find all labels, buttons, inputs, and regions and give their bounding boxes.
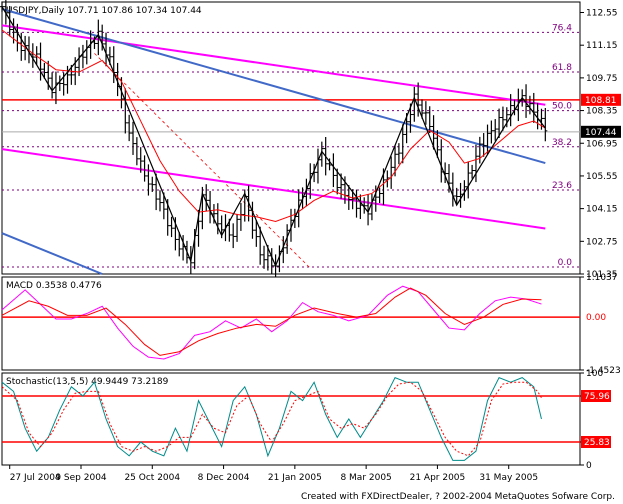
panel-title: Stochastic(13,5,5) 49.9449 73.2189: [6, 377, 169, 387]
y-tick-label: 104.15: [586, 205, 618, 215]
y-tick-label: 102.75: [586, 237, 618, 247]
fib-level-label: 50.0: [552, 102, 572, 112]
resistance-price-label: 108.81: [585, 96, 617, 106]
x-tick-label: 27 Jul 2004: [10, 473, 61, 483]
x-tick-label: 8 Mar 2005: [340, 473, 391, 483]
price-panel: 112.55 111.15 109.75 108.35 106.95 105.55 104.…: [0, 0, 621, 280]
y-tick-label: 108.35: [586, 107, 618, 117]
x-tick-label: 31 May 2005: [479, 473, 538, 483]
macd-panel: 1.1037-1.4523MACD 0.3538 0.47760.00: [1, 273, 621, 376]
y-tick-label: 106.95: [586, 139, 618, 149]
forex-chart: 112.55 111.15 109.75 108.35 106.95 105.55 104.…: [0, 0, 621, 502]
x-tick-label: 21 Jan 2005: [268, 473, 322, 483]
current-price-label: 107.44: [585, 128, 617, 138]
stochastic-level-label: 25.83: [584, 438, 610, 448]
fib-level-label: 23.6: [552, 181, 572, 191]
y-tick-label: 1.1037: [586, 273, 618, 283]
y-tick-label: 111.15: [586, 41, 618, 51]
y-tick-label: 112.55: [586, 9, 618, 19]
x-tick-label: 25 Oct 2004: [124, 473, 180, 483]
fib-level-label: 76.4: [552, 23, 572, 33]
y-tick-label: 0: [586, 461, 592, 471]
footer-credit: Created with FXDirectDealer, ? 2002-2004…: [301, 492, 615, 502]
stochastic-panel: 10075250Stochastic(13,5,5) 49.9449 73.21…: [1, 369, 611, 471]
y-tick-label: 105.55: [586, 172, 618, 182]
fib-level-label: 61.8: [552, 63, 572, 73]
y-tick-label: 100: [586, 369, 603, 379]
panel-title: MACD 0.3538 0.4776: [6, 281, 102, 291]
date-axis: 27 Jul 20049 Sep 2004 25 Oct 2004 8 Dec 20…: [9, 465, 538, 483]
x-tick-label: 8 Dec 2004: [198, 473, 250, 483]
x-tick-label: 9 Sep 2004: [55, 473, 107, 483]
macd-zero-label: 0.00: [586, 313, 606, 323]
x-tick-label: 21 Apr 2005: [410, 473, 466, 483]
y-tick-label: 109.75: [586, 74, 618, 84]
panel-title: USDJPY,Daily 107.71 107.86 107.34 107.44: [6, 6, 202, 16]
fib-level-label: 0.0: [558, 258, 573, 268]
stochastic-level-label: 75.96: [584, 392, 610, 402]
fib-level-label: 38.2: [552, 138, 572, 148]
